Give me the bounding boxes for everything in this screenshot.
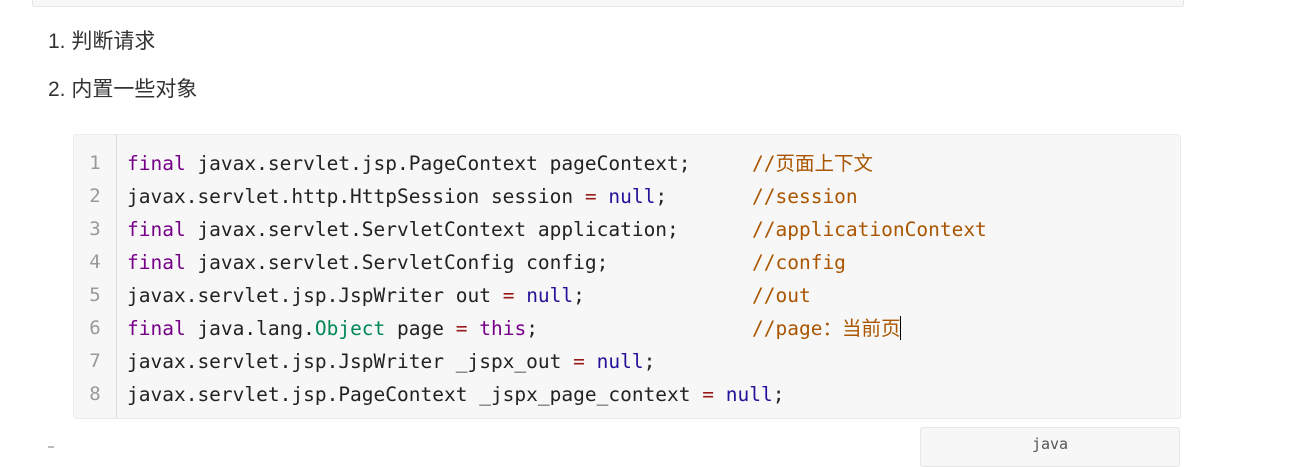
code-token: = (573, 350, 585, 373)
code-line[interactable]: final javax.servlet.jsp.PageContext page… (127, 147, 873, 180)
code-token: javax.servlet.ServletConfig config; (185, 251, 609, 274)
line-number: 3 (89, 218, 101, 240)
code-comment: //页面上下文 (752, 147, 873, 180)
code-token: = (584, 185, 597, 208)
comment-text: //applicationContext (752, 218, 987, 241)
code-token: final (127, 218, 186, 241)
code-token: javax.servlet.ServletContext application… (185, 218, 679, 241)
language-label: java (1031, 435, 1069, 453)
code-token: java.lang. (185, 317, 315, 340)
code-comment: //page：当前页 (752, 312, 902, 345)
previous-block-edge (32, 0, 1184, 7)
line-number: 7 (89, 350, 101, 372)
line-number: 8 (89, 383, 101, 405)
code-token: final (127, 251, 186, 274)
line-number: 6 (89, 317, 101, 339)
comment-text: //page：当前页 (752, 317, 901, 340)
next-item-marker (48, 446, 54, 448)
code-content[interactable]: final javax.servlet.jsp.PageContext page… (127, 147, 987, 411)
code-token: ; (573, 284, 585, 307)
code-comment: //config (752, 246, 846, 279)
comment-text: //页面上下文 (752, 152, 873, 175)
code-token: = (702, 383, 715, 406)
comment-text: //config (752, 251, 846, 274)
language-selector[interactable]: java (920, 427, 1180, 467)
comment-text: //session (752, 185, 858, 208)
code-token: final (127, 152, 186, 175)
code-line[interactable]: final java.lang.Object page = this; //pag… (127, 312, 902, 345)
code-block[interactable]: 1 2 3 4 5 6 7 8 final javax.servlet.jsp.PageCon… (73, 134, 1181, 419)
code-token: javax.servlet.jsp.PageContext pageContex… (185, 152, 691, 175)
line-number-gutter: 1 2 3 4 5 6 7 8 (74, 135, 117, 418)
code-comment: //out (752, 279, 811, 312)
line-number: 4 (89, 251, 101, 273)
code-token: ; (526, 317, 538, 340)
ordered-list: 1. 判断请求 2. 内置一些对象 (48, 30, 197, 126)
code-token: page (385, 317, 456, 340)
code-token: ; (772, 383, 785, 406)
code-token: ; (643, 350, 656, 373)
comment-text: //out (752, 284, 811, 307)
code-token: javax.servlet.http.HttpSession session (127, 185, 585, 208)
list-item: 1. 判断请求 (48, 30, 156, 53)
code-token: ; (655, 185, 668, 208)
code-token: null (526, 284, 574, 307)
line-number: 2 (89, 185, 101, 207)
code-token: javax.servlet.jsp.PageContext _jspx_page… (127, 383, 703, 406)
code-token: this (479, 317, 527, 340)
code-token: final (127, 317, 186, 340)
code-token: null (596, 350, 644, 373)
code-line[interactable]: final javax.servlet.ServletContext appli… (127, 213, 987, 246)
code-token: Object (314, 317, 386, 340)
list-item: 2. 内置一些对象 (48, 78, 198, 101)
code-token: = (502, 284, 515, 307)
line-number: 1 (89, 152, 101, 174)
code-line[interactable]: javax.servlet.jsp.PageContext _jspx_page… (127, 378, 784, 411)
code-comment: //session (752, 180, 858, 213)
code-token: javax.servlet.jsp.JspWriter out (127, 284, 503, 307)
code-token: = (455, 317, 468, 340)
code-line[interactable]: javax.servlet.jsp.JspWriter _jspx_out = … (127, 345, 784, 378)
code-line[interactable]: javax.servlet.jsp.JspWriter out = null; /… (127, 279, 811, 312)
code-comment: //applicationContext (752, 213, 987, 246)
line-number: 5 (89, 284, 101, 306)
code-token: javax.servlet.jsp.JspWriter _jspx_out (127, 350, 574, 373)
code-line[interactable]: javax.servlet.http.HttpSession session =… (127, 180, 858, 213)
text-cursor (900, 316, 902, 340)
code-token: null (608, 185, 656, 208)
code-line[interactable]: final javax.servlet.ServletConfig config… (127, 246, 846, 279)
code-token: null (725, 383, 773, 406)
